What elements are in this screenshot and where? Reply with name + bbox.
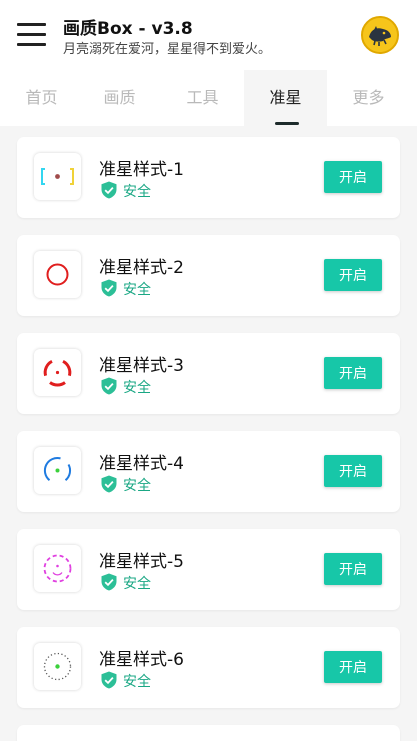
enable-button[interactable]: 开启 (324, 161, 382, 193)
tab-more[interactable]: 更多 (327, 70, 410, 126)
list-item: 准星样式-4 安全 开启 (17, 431, 400, 512)
list-item: 准星样式-6 安全 开启 (17, 627, 400, 708)
safe-label: 安全 (123, 184, 151, 200)
tab-indicator (275, 122, 299, 125)
safe-label: 安全 (123, 674, 151, 690)
item-title: 准星样式-3 (99, 356, 184, 376)
shield-check-icon (101, 671, 117, 689)
app-subtitle: 月亮溺死在爱河，星星得不到爱火。 (63, 42, 272, 57)
safe-label: 安全 (123, 576, 151, 592)
crosshair-style-2-icon (34, 251, 81, 298)
crosshair-style-3-icon (34, 349, 81, 396)
enable-button[interactable]: 开启 (324, 553, 382, 585)
enable-button[interactable]: 开启 (324, 455, 382, 487)
tab-home[interactable]: 首页 (0, 70, 83, 126)
avatar[interactable] (361, 16, 399, 54)
list-item: 准星样式-3 安全 开启 (17, 333, 400, 414)
shield-check-icon (101, 573, 117, 591)
enable-button[interactable]: 开启 (324, 357, 382, 389)
list-item: 准星样式-2 安全 开启 (17, 235, 400, 316)
menu-icon[interactable] (17, 22, 47, 48)
item-title: 准星样式-5 (99, 552, 184, 572)
shield-check-icon (101, 377, 117, 395)
enable-button[interactable]: 开启 (324, 651, 382, 683)
safe-label: 安全 (123, 478, 151, 494)
item-title: 准星样式-2 (99, 258, 184, 278)
list-item: 准星样式-1 安全 开启 (17, 137, 400, 218)
enable-button[interactable]: 开启 (324, 259, 382, 291)
safe-label: 安全 (123, 282, 151, 298)
shield-check-icon (101, 475, 117, 493)
tab-crosshair[interactable]: 准星 (244, 70, 327, 126)
list-item (17, 725, 400, 741)
crosshair-style-6-icon (34, 643, 81, 690)
item-title: 准星样式-1 (99, 160, 184, 180)
tab-tools[interactable]: 工具 (161, 70, 244, 126)
app-header: 画质Box - v3.8 月亮溺死在爱河，星星得不到爱火。 (0, 0, 417, 70)
list-item: 准星样式-5 安全 开启 (17, 529, 400, 610)
tab-quality[interactable]: 画质 (78, 70, 161, 126)
crosshair-style-1-icon (34, 153, 81, 200)
crosshair-style-4-icon (34, 447, 81, 494)
shield-check-icon (101, 181, 117, 199)
crosshair-style-5-icon (34, 545, 81, 592)
tab-bar: 首页 画质 工具 准星 更多 (0, 70, 417, 126)
item-title: 准星样式-6 (99, 650, 184, 670)
item-title: 准星样式-4 (99, 454, 184, 474)
safe-label: 安全 (123, 380, 151, 396)
shield-check-icon (101, 279, 117, 297)
app-title: 画质Box - v3.8 (63, 19, 193, 39)
